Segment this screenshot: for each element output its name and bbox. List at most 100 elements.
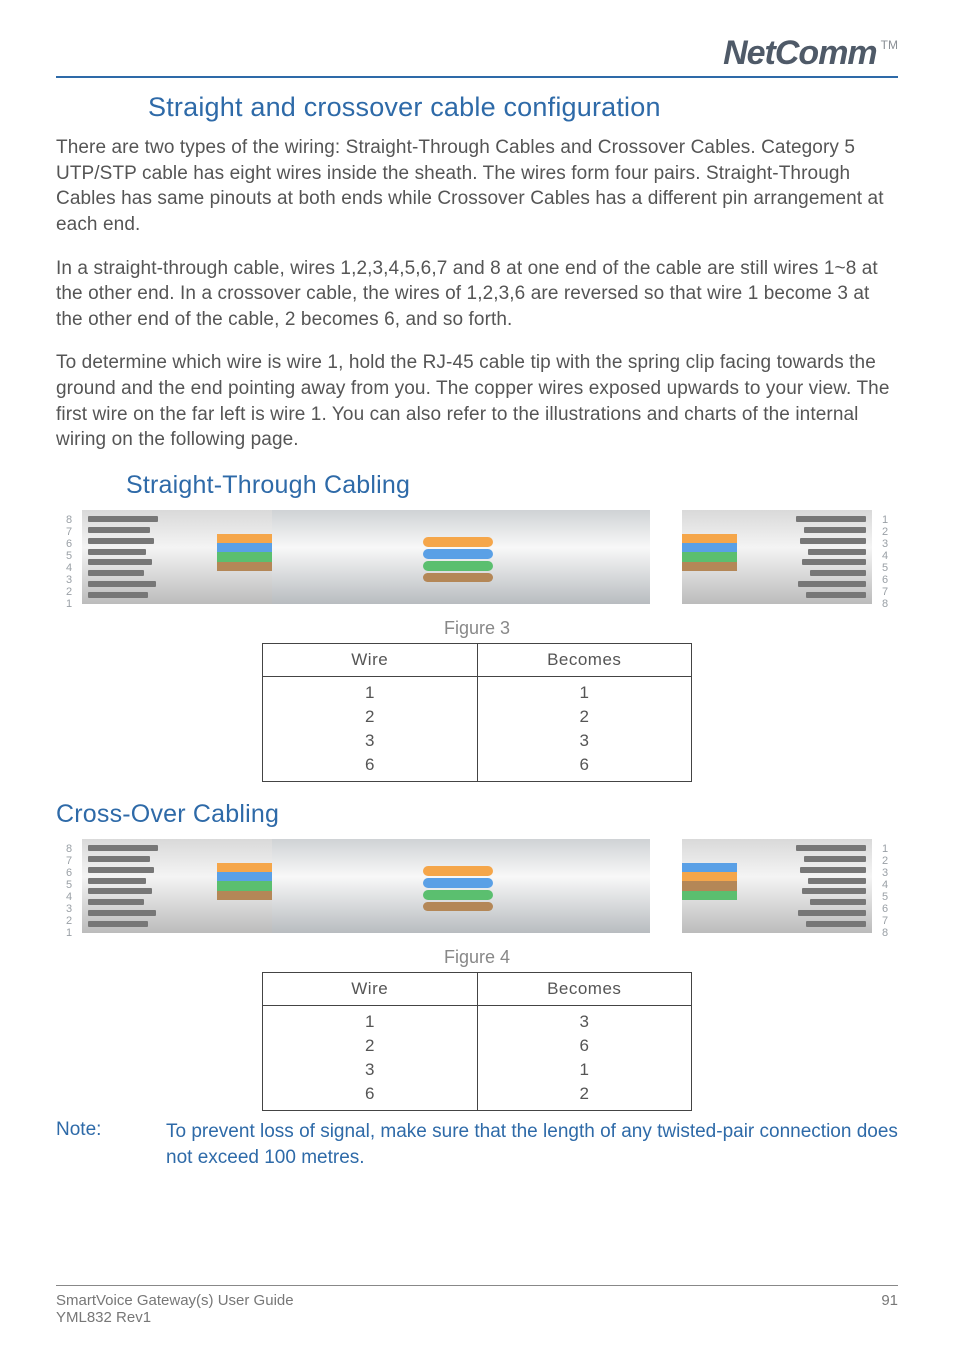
wire-brown xyxy=(217,891,272,900)
pin-labels-right: 1 2 3 4 5 6 7 8 xyxy=(872,839,898,933)
table-row: 3 1 xyxy=(263,1058,692,1082)
cell-becomes: 2 xyxy=(477,705,692,729)
table-row: 6 2 xyxy=(263,1082,692,1111)
wire-bundle xyxy=(423,865,493,912)
cell-wire: 1 xyxy=(263,677,478,706)
wire-brown xyxy=(423,573,493,583)
pin-bar xyxy=(800,538,866,544)
pin-bar xyxy=(806,592,866,598)
table-header-row: Wire Becomes xyxy=(263,973,692,1006)
table-row: 2 2 xyxy=(263,705,692,729)
pin-labels-right: 1 2 3 4 5 6 7 8 xyxy=(872,510,898,604)
wire-orange xyxy=(682,534,737,543)
cell-becomes: 1 xyxy=(477,677,692,706)
pin-number: 5 xyxy=(882,891,888,903)
cell-wire: 2 xyxy=(263,1034,478,1058)
pin-number: 1 xyxy=(882,843,888,855)
wire-blue xyxy=(682,863,737,872)
wire-orange xyxy=(217,534,272,543)
pin-number: 8 xyxy=(882,598,888,610)
wire-orange xyxy=(217,863,272,872)
pin-number: 6 xyxy=(882,903,888,915)
pin-bar xyxy=(88,559,152,565)
footer-title: SmartVoice Gateway(s) User Guide xyxy=(56,1292,294,1309)
wire-stub xyxy=(682,534,737,581)
brand-logo: NetComm TM xyxy=(723,36,898,70)
figure-3-caption: Figure 3 xyxy=(56,618,898,639)
pin-number: 5 xyxy=(882,562,888,574)
connector-pins xyxy=(88,845,158,927)
pin-bar xyxy=(808,878,866,884)
wire-orange xyxy=(423,537,493,547)
cell-becomes: 3 xyxy=(477,729,692,753)
crossover-mapping-table: Wire Becomes 1 3 2 6 3 1 6 2 xyxy=(262,972,692,1111)
cell-becomes: 2 xyxy=(477,1082,692,1111)
pin-number: 1 xyxy=(66,927,72,939)
pin-bar xyxy=(810,899,866,905)
wire-green xyxy=(217,881,272,890)
pin-bar xyxy=(810,570,866,576)
pin-bar xyxy=(88,910,156,916)
pin-bar xyxy=(802,888,866,894)
pin-number: 4 xyxy=(66,891,72,903)
cell-becomes: 1 xyxy=(477,1058,692,1082)
pin-number: 7 xyxy=(66,526,72,538)
wire-brown xyxy=(682,562,737,571)
pin-labels-left: 8 7 6 5 4 3 2 1 xyxy=(56,510,82,604)
wire-orange xyxy=(423,866,493,876)
pin-number: 3 xyxy=(66,574,72,586)
brand-name: NetComm xyxy=(723,36,877,70)
table-row: 1 1 xyxy=(263,677,692,706)
pin-bar xyxy=(806,921,866,927)
pin-number: 5 xyxy=(66,550,72,562)
pin-number: 6 xyxy=(66,867,72,879)
pin-bar xyxy=(88,549,146,555)
pin-bar xyxy=(798,910,866,916)
document-page: NetComm TM Straight and crossover cable … xyxy=(0,0,954,1354)
wire-blue xyxy=(423,878,493,888)
pin-number: 2 xyxy=(66,915,72,927)
pin-bar xyxy=(88,878,146,884)
intro-paragraph-2: In a straight-through cable, wires 1,2,3… xyxy=(56,256,898,333)
wire-brown xyxy=(423,902,493,912)
pin-number: 6 xyxy=(66,538,72,550)
cell-becomes: 6 xyxy=(477,1034,692,1058)
subsection-crossover-heading: Cross-Over Cabling xyxy=(56,800,898,829)
table-row: 6 6 xyxy=(263,753,692,782)
pin-bar xyxy=(88,921,148,927)
pin-bar xyxy=(88,845,158,851)
pin-number: 3 xyxy=(882,867,888,879)
cell-becomes: 3 xyxy=(477,1006,692,1035)
pin-number: 2 xyxy=(882,526,888,538)
brand-trademark: TM xyxy=(881,38,898,52)
cable-segment xyxy=(272,839,650,933)
pin-bar xyxy=(800,867,866,873)
col-header-becomes: Becomes xyxy=(477,973,692,1006)
pin-bar xyxy=(796,516,866,522)
wire-brown xyxy=(217,562,272,571)
cell-wire: 3 xyxy=(263,1058,478,1082)
page-header: NetComm TM xyxy=(56,24,898,78)
pin-number: 2 xyxy=(882,855,888,867)
pin-number: 1 xyxy=(882,514,888,526)
wire-green xyxy=(682,891,737,900)
pin-bar xyxy=(88,581,156,587)
wire-stub xyxy=(217,863,272,910)
crossover-cable-diagram: 8 7 6 5 4 3 2 1 xyxy=(56,839,898,933)
pin-number: 3 xyxy=(66,903,72,915)
note-label: Note: xyxy=(56,1119,116,1141)
section-heading: Straight and crossover cable configurati… xyxy=(148,92,898,123)
pin-bar xyxy=(88,856,150,862)
table-row: 2 6 xyxy=(263,1034,692,1058)
table-row: 3 3 xyxy=(263,729,692,753)
pin-bar xyxy=(88,570,144,576)
wire-bundle xyxy=(423,536,493,583)
table-row: 1 3 xyxy=(263,1006,692,1035)
pin-number: 5 xyxy=(66,879,72,891)
pin-number: 7 xyxy=(882,586,888,598)
cell-wire: 6 xyxy=(263,753,478,782)
pin-bar xyxy=(798,581,866,587)
wire-stub xyxy=(682,863,737,910)
pin-bar xyxy=(804,856,866,862)
footer-revision: YML832 Rev1 xyxy=(56,1309,294,1326)
